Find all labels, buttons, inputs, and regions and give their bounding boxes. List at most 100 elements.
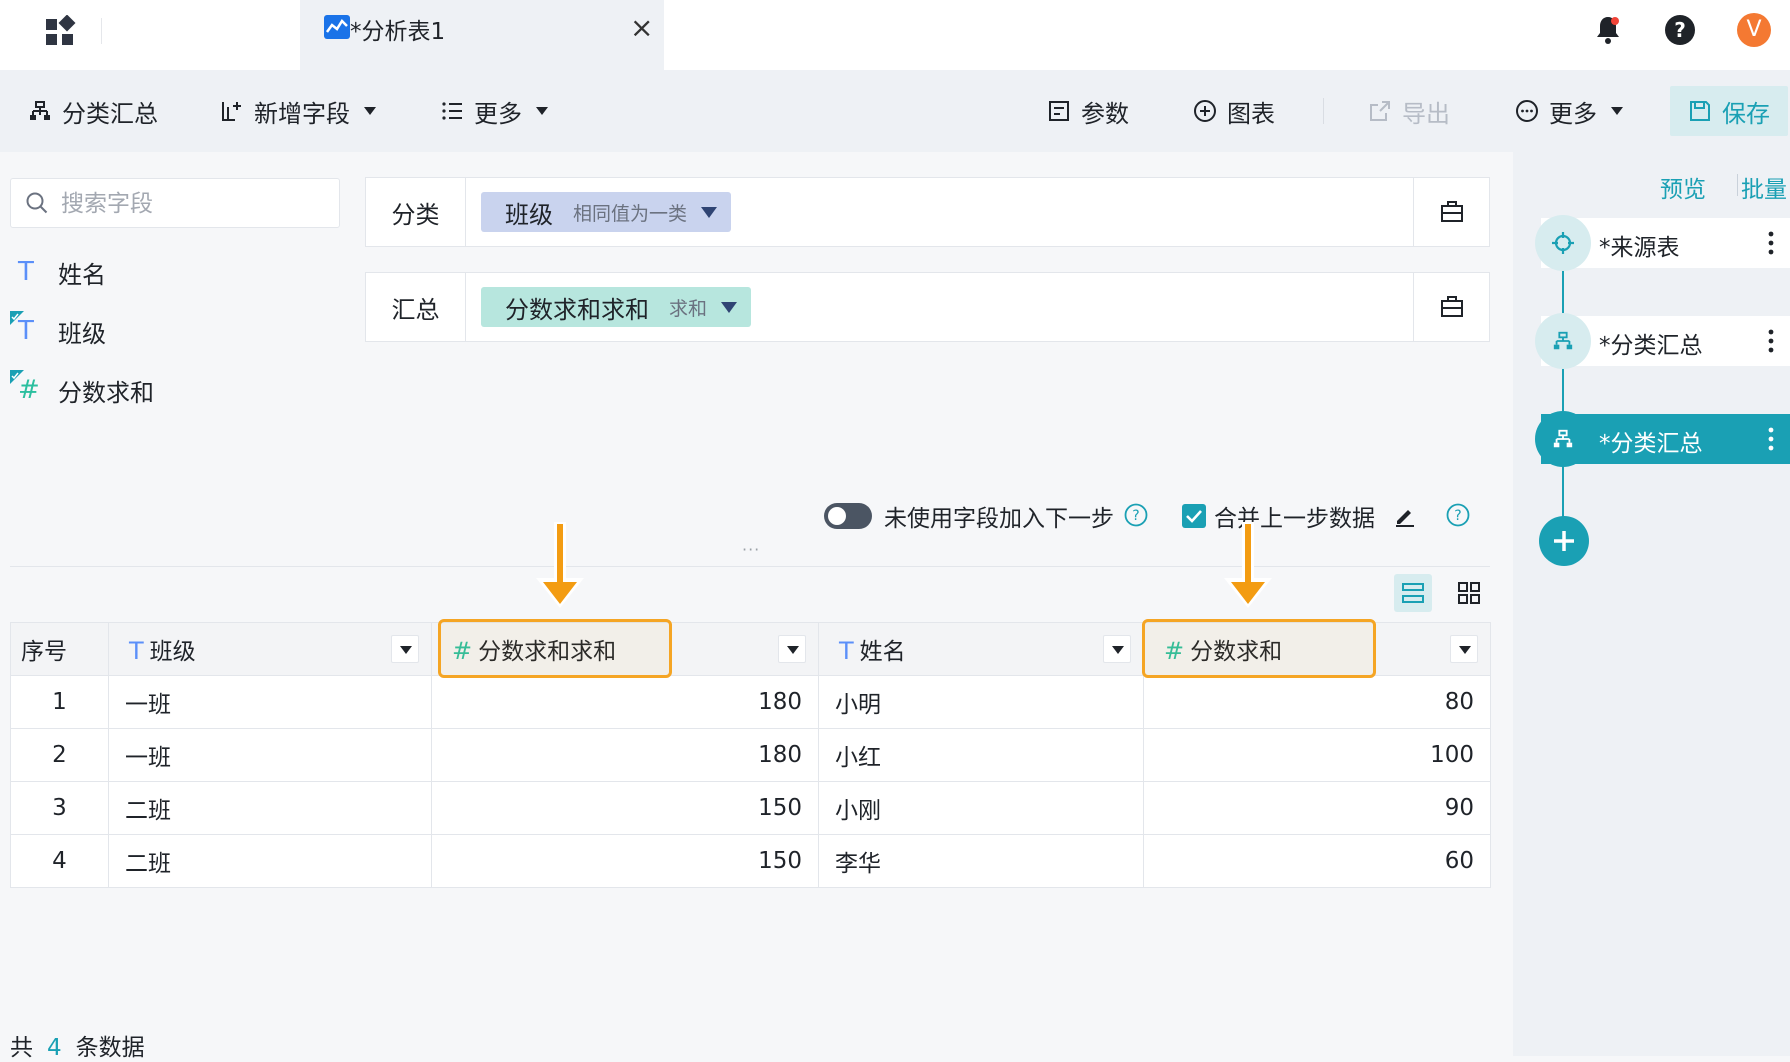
add-step-button[interactable]	[1539, 516, 1589, 566]
chevron-down-icon	[536, 107, 548, 115]
export-button[interactable]: 导出	[1368, 70, 1450, 152]
step-label: *分类汇总	[1599, 333, 1703, 359]
field-search[interactable]	[10, 178, 340, 228]
column-header[interactable]: # 分数求和	[1143, 622, 1491, 676]
group-field-chip[interactable]: 班级 相同值为一类	[481, 192, 732, 232]
params-button[interactable]: 参数	[1047, 70, 1129, 152]
save-label: 保存	[1722, 99, 1770, 128]
unused-fields-label: 未使用字段加入下一步	[884, 506, 1114, 532]
table-cell: 180	[431, 728, 819, 782]
close-icon[interactable]: ×	[630, 14, 653, 42]
save-button[interactable]: 保存	[1670, 86, 1788, 136]
plus-icon	[1554, 531, 1574, 551]
tab-title: *分析表1	[350, 19, 446, 45]
table-cell: 2	[10, 728, 109, 782]
data-table: 序号 T 班级 # 分数求和求和 T 姓名 # 分数求和 1 一班 180 小明 80 …	[10, 622, 1491, 888]
app-grid-icon[interactable]	[44, 15, 76, 47]
analysis-table-icon	[324, 15, 350, 39]
row-count-value: 4	[47, 1035, 62, 1061]
column-menu-button[interactable]	[1103, 635, 1131, 663]
text-type-icon: T	[10, 311, 46, 347]
unused-fields-toggle[interactable]	[824, 503, 872, 529]
list-icon	[442, 102, 462, 120]
group-summary-icon	[1535, 313, 1591, 369]
summary-config-row: 汇总 分数求和求和 求和	[365, 272, 1490, 342]
grid-view-button[interactable]	[1450, 574, 1488, 612]
summary-label: 汇总	[366, 273, 466, 341]
merge-checkbox[interactable]	[1182, 504, 1206, 528]
chevron-down-icon	[1611, 107, 1623, 115]
add-field-button[interactable]: 新增字段	[220, 70, 376, 152]
more-menu-right[interactable]: 更多	[1515, 70, 1623, 152]
list-view-icon	[1402, 583, 1424, 603]
flow-step-group-summary[interactable]: *分类汇总	[1535, 313, 1790, 369]
field-item[interactable]: T 班级	[10, 311, 106, 351]
more-vertical-icon[interactable]	[1768, 328, 1774, 354]
clear-group-button[interactable]	[1413, 178, 1489, 246]
preview-link[interactable]: 预览	[1660, 170, 1706, 204]
column-header[interactable]: T 班级	[108, 622, 432, 676]
more-vertical-icon[interactable]	[1768, 426, 1774, 452]
group-summary-icon	[1535, 411, 1591, 467]
more-label: 更多	[1549, 99, 1597, 128]
chart-button[interactable]: 图表	[1193, 70, 1275, 152]
grid-view-icon	[1458, 582, 1480, 604]
field-item[interactable]: # 分数求和	[10, 370, 154, 410]
field-name: 班级	[58, 319, 106, 348]
field-name: 姓名	[58, 260, 106, 289]
more-menu-left[interactable]: 更多	[440, 70, 548, 152]
text-type-icon: T	[129, 637, 144, 665]
bell-icon[interactable]	[1593, 14, 1623, 46]
flow-step-source[interactable]: *来源表	[1535, 215, 1790, 271]
chip-name: 班级	[505, 200, 553, 229]
more-label: 更多	[474, 99, 522, 128]
chevron-down-icon	[721, 301, 738, 313]
help-icon[interactable]: ?	[1446, 503, 1470, 527]
chart-label: 图表	[1227, 99, 1275, 128]
group-summary-icon	[30, 101, 50, 120]
table-cell: 180	[431, 675, 819, 729]
column-menu-button[interactable]	[1450, 635, 1478, 663]
summary-field-chip[interactable]: 分数求和求和 求和	[481, 287, 752, 327]
table-cell: 一班	[108, 675, 432, 729]
source-icon	[1535, 215, 1591, 271]
search-input[interactable]	[61, 189, 321, 219]
params-label: 参数	[1081, 99, 1129, 128]
toolbar: 分类汇总 新增字段 更多 参数 图表 导出 更多 保存	[0, 70, 1790, 152]
tab-analysis-table[interactable]: *分析表1 ×	[300, 0, 664, 70]
text-type-icon: T	[18, 257, 34, 287]
splitter-handle-icon[interactable]: ···	[742, 540, 760, 559]
field-item[interactable]: T 姓名	[10, 252, 106, 292]
step-label: *分类汇总	[1599, 431, 1703, 457]
column-header[interactable]: # 分数求和求和	[431, 622, 819, 676]
more-dots-icon	[1516, 100, 1538, 122]
group-summary-button[interactable]: 分类汇总	[28, 70, 158, 152]
table-row: 3 二班 150 小刚 90	[10, 781, 1491, 835]
divider	[101, 18, 102, 44]
column-menu-button[interactable]	[778, 635, 806, 663]
help-icon[interactable]: ?	[1664, 14, 1696, 46]
table-row: 1 一班 180 小明 80	[10, 675, 1491, 729]
clear-summary-button[interactable]	[1413, 273, 1489, 341]
batch-link[interactable]: 批量	[1741, 170, 1787, 204]
table-cell: 小刚	[818, 781, 1144, 835]
divider	[1737, 174, 1738, 196]
table-cell: 150	[431, 781, 819, 835]
edit-icon[interactable]	[1393, 504, 1417, 528]
help-icon[interactable]: ?	[1124, 503, 1148, 527]
table-row: 2 一班 180 小红 100	[10, 728, 1491, 782]
flow-step-group-summary-active[interactable]: *分类汇总	[1535, 411, 1790, 467]
column-menu-button[interactable]	[391, 635, 419, 663]
flow-panel: 预览 批量 *来源表 *分类汇总 *分类汇总	[1513, 152, 1790, 1056]
more-vertical-icon[interactable]	[1768, 230, 1774, 256]
field-name: 分数求和	[58, 378, 154, 407]
table-cell: 二班	[108, 834, 432, 888]
list-view-button[interactable]	[1394, 574, 1432, 612]
table-cell: 60	[1143, 834, 1491, 888]
clear-icon	[1440, 296, 1463, 317]
avatar[interactable]: V	[1737, 13, 1771, 47]
export-label: 导出	[1402, 99, 1450, 128]
column-header[interactable]: T 姓名	[818, 622, 1144, 676]
add-field-label: 新增字段	[254, 99, 350, 128]
table-cell: 小明	[818, 675, 1144, 729]
